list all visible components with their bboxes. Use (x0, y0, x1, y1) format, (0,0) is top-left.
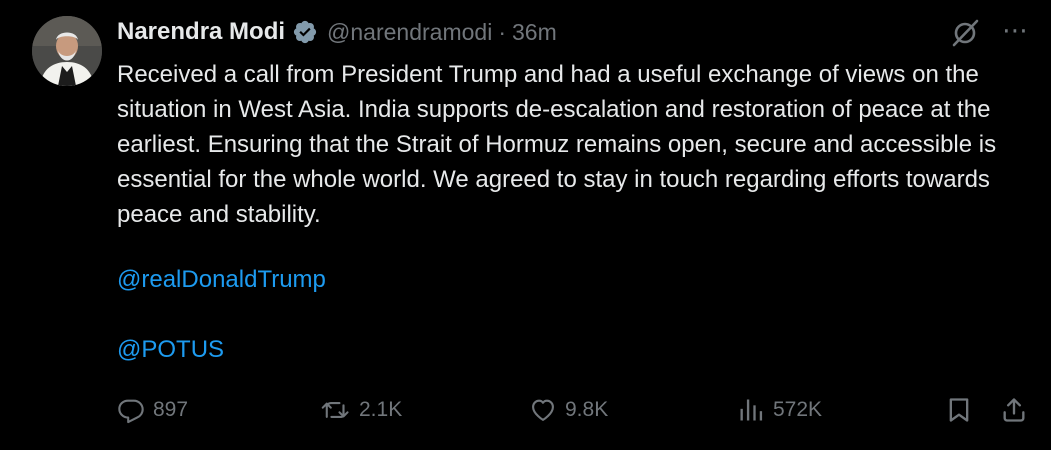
tweet-card[interactable]: Narendra Modi @narendramodi · 36m ⋯ Rece… (0, 0, 1051, 450)
views-button[interactable]: 572K (737, 393, 822, 427)
tweet-header: Narendra Modi @narendramodi · 36m (117, 16, 557, 48)
views-icon (740, 399, 763, 421)
tweet-text: Received a call from President Trump and… (117, 61, 997, 228)
bookmark-icon (949, 398, 969, 422)
repost-icon (321, 402, 349, 418)
repost-button[interactable]: 2.1K (321, 393, 402, 427)
reply-button[interactable]: 897 (117, 393, 188, 427)
views-count: 572K (773, 398, 823, 421)
author-handle[interactable]: @narendramodi (327, 19, 492, 46)
repost-count: 2.1K (359, 398, 403, 421)
timestamp[interactable]: 36m (512, 19, 557, 46)
reply-count: 897 (153, 398, 189, 421)
heart-icon (532, 399, 554, 421)
author-name[interactable]: Narendra Modi (117, 18, 285, 46)
tweet-top-actions: ⋯ (950, 17, 1029, 48)
like-button[interactable]: 9.8K (529, 393, 608, 427)
mention-link-potus[interactable]: @POTUS (117, 336, 224, 364)
share-icon (1003, 398, 1025, 422)
more-options-icon[interactable]: ⋯ (1002, 17, 1029, 43)
separator-dot: · (498, 18, 506, 45)
bookmark-button[interactable] (945, 393, 981, 427)
like-count: 9.8K (565, 398, 609, 421)
mention-link-realdonaldtrump[interactable]: @realDonaldTrump (117, 266, 326, 294)
avatar[interactable] (32, 16, 102, 86)
reply-icon (118, 399, 144, 424)
verified-badge-icon (292, 19, 318, 45)
avatar-image (32, 16, 102, 86)
grok-icon[interactable] (950, 18, 980, 48)
tweet-actions-bar: 897 2.1K 9.8K 572K (117, 393, 1032, 427)
share-button[interactable] (1000, 393, 1036, 427)
